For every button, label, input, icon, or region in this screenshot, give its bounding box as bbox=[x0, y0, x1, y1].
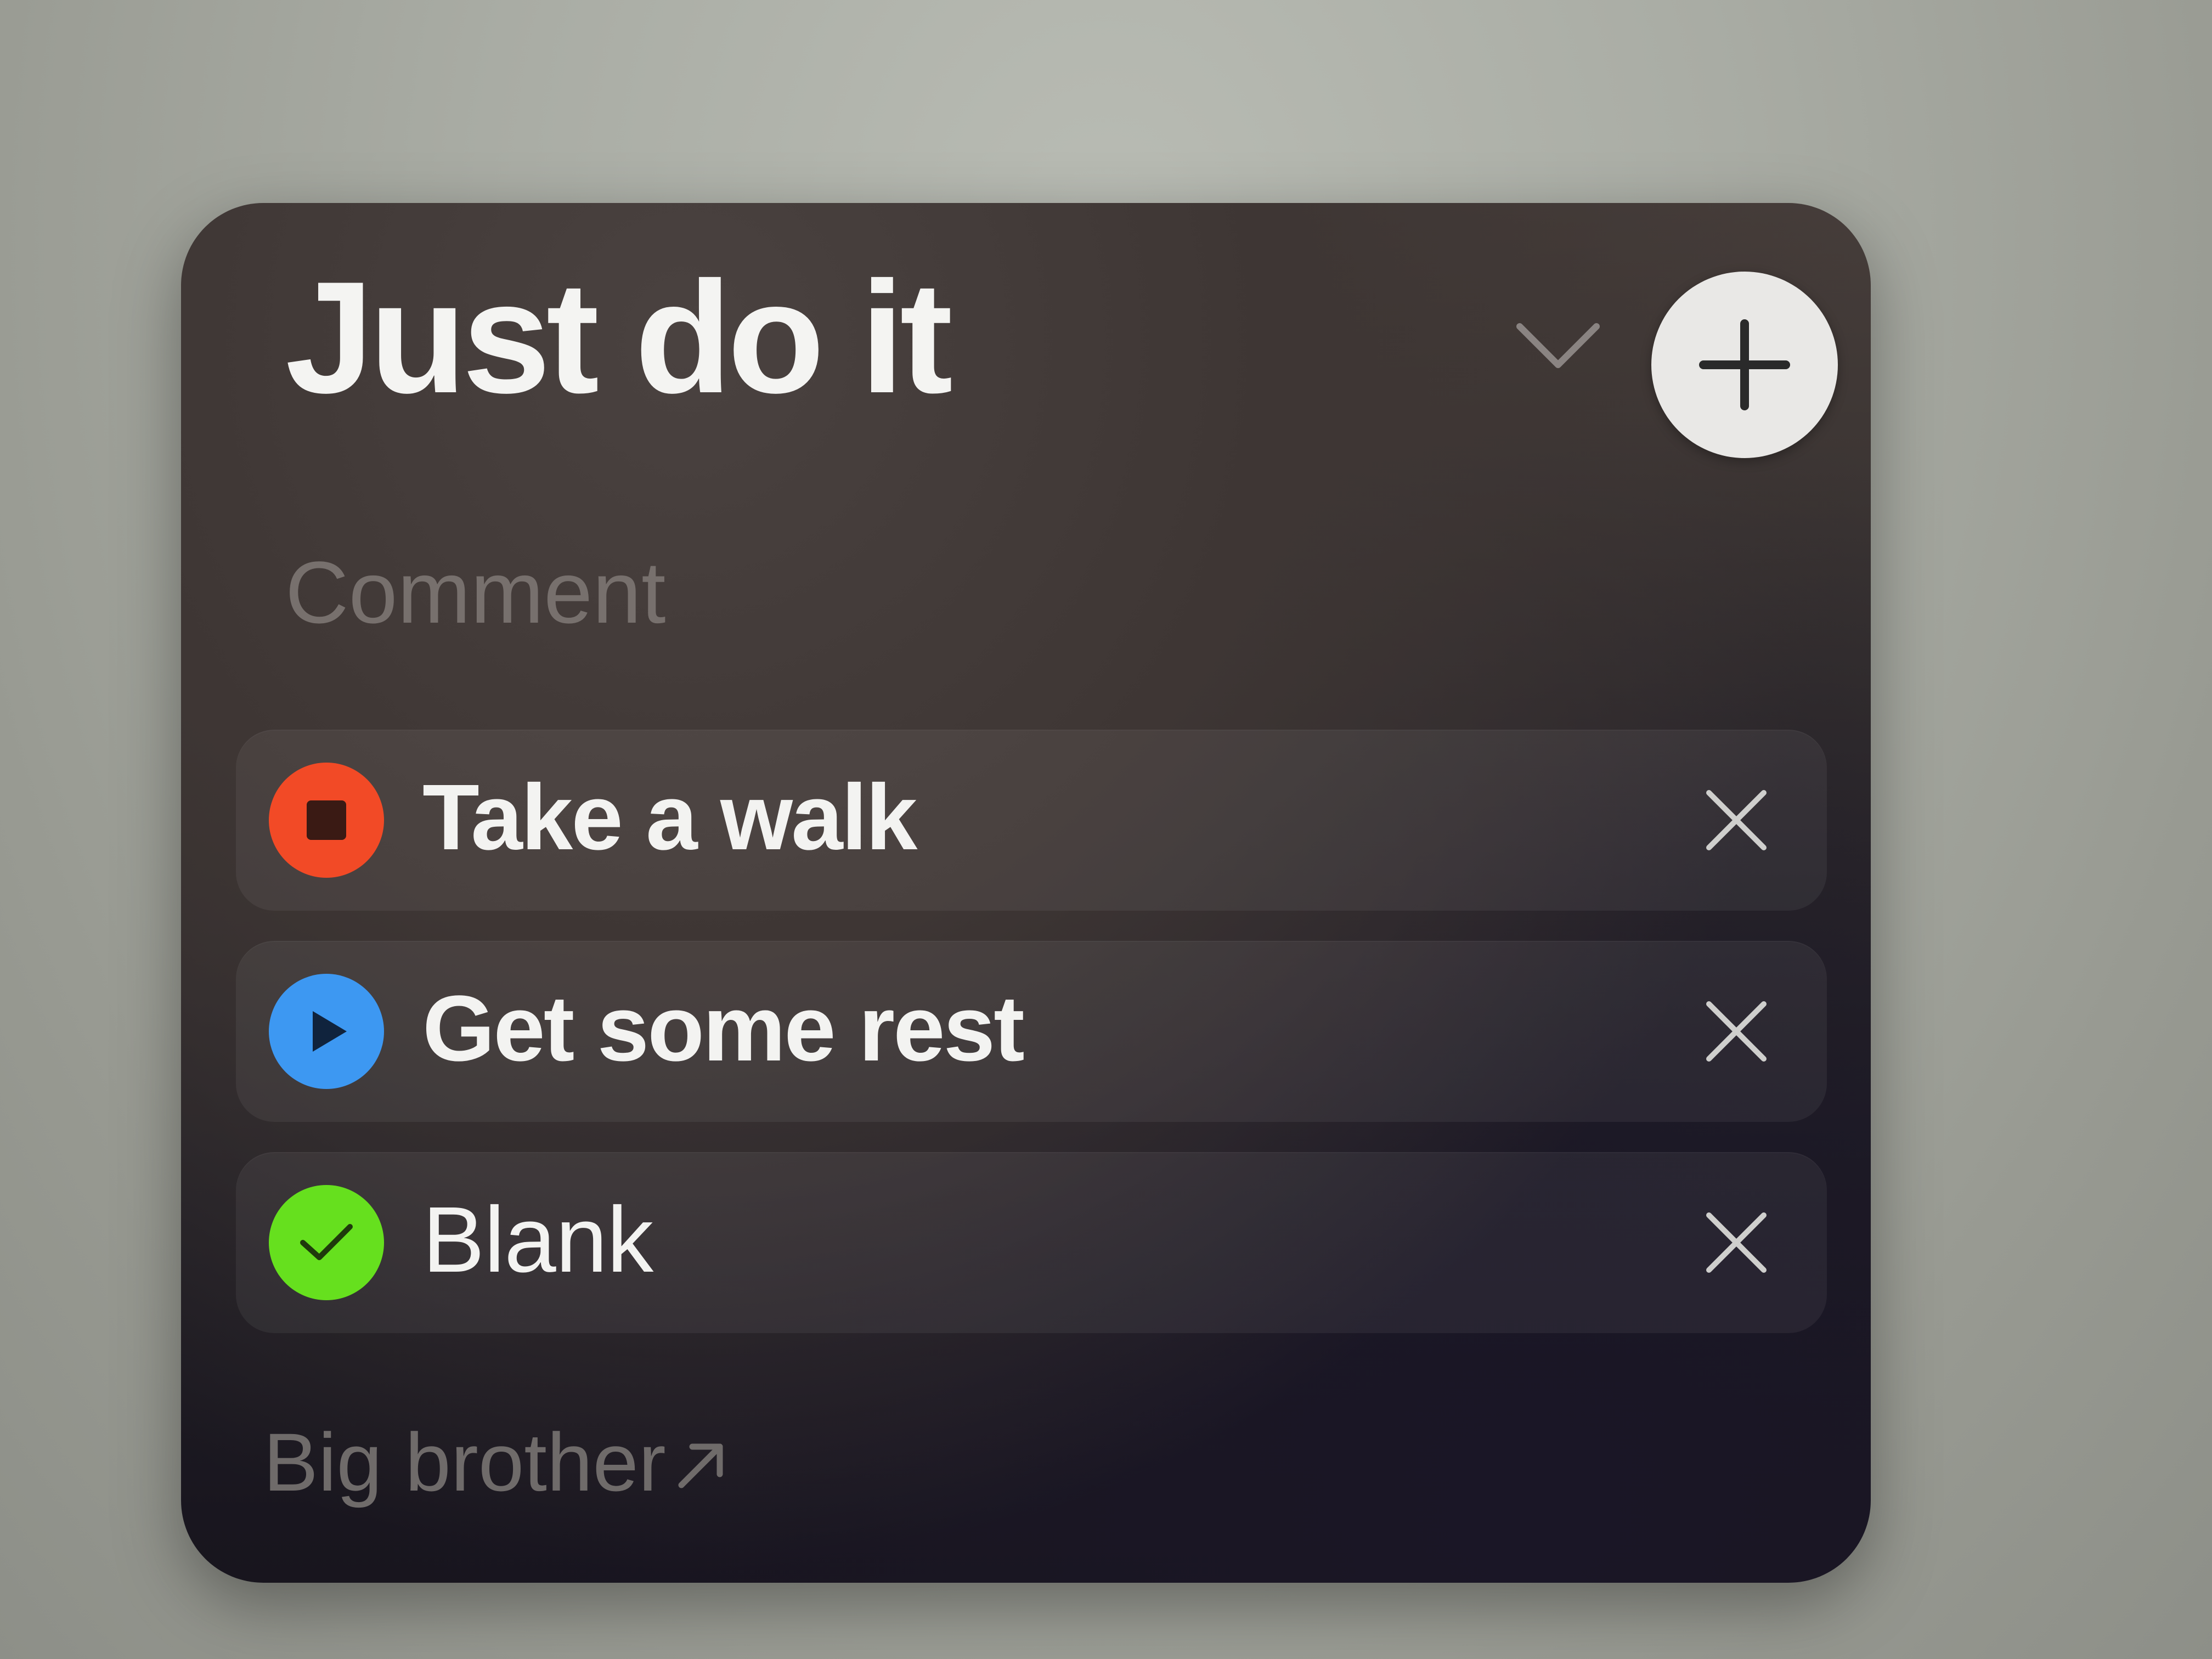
big-brother-link[interactable]: Big brother bbox=[263, 1421, 732, 1503]
plus-icon bbox=[1699, 319, 1790, 410]
add-task-button[interactable] bbox=[1651, 272, 1838, 458]
task-item[interactable]: Get some rest bbox=[236, 941, 1827, 1122]
check-icon bbox=[300, 1224, 353, 1260]
todo-widget: Just do it Comment Take a walk Get some bbox=[181, 203, 1871, 1583]
task-status-button[interactable] bbox=[269, 974, 384, 1089]
task-label: Take a walk bbox=[422, 765, 917, 870]
comment-field[interactable]: Comment bbox=[285, 549, 666, 636]
play-icon bbox=[313, 1011, 347, 1052]
task-item[interactable]: Blank bbox=[236, 1152, 1827, 1333]
close-icon[interactable] bbox=[1695, 1201, 1778, 1284]
task-item[interactable]: Take a walk bbox=[236, 730, 1827, 911]
task-label: Get some rest bbox=[422, 977, 1025, 1081]
task-status-button[interactable] bbox=[269, 763, 384, 878]
widget-title: Just do it bbox=[285, 249, 953, 426]
footer-link-label: Big brother bbox=[263, 1416, 666, 1508]
task-label: Blank bbox=[422, 1188, 653, 1292]
close-icon[interactable] bbox=[1695, 779, 1778, 861]
task-status-button[interactable] bbox=[269, 1185, 384, 1300]
chevron-down-icon[interactable] bbox=[1514, 313, 1602, 379]
close-icon[interactable] bbox=[1695, 990, 1778, 1073]
stop-icon bbox=[307, 800, 346, 840]
arrow-up-right-icon bbox=[678, 1443, 723, 1488]
